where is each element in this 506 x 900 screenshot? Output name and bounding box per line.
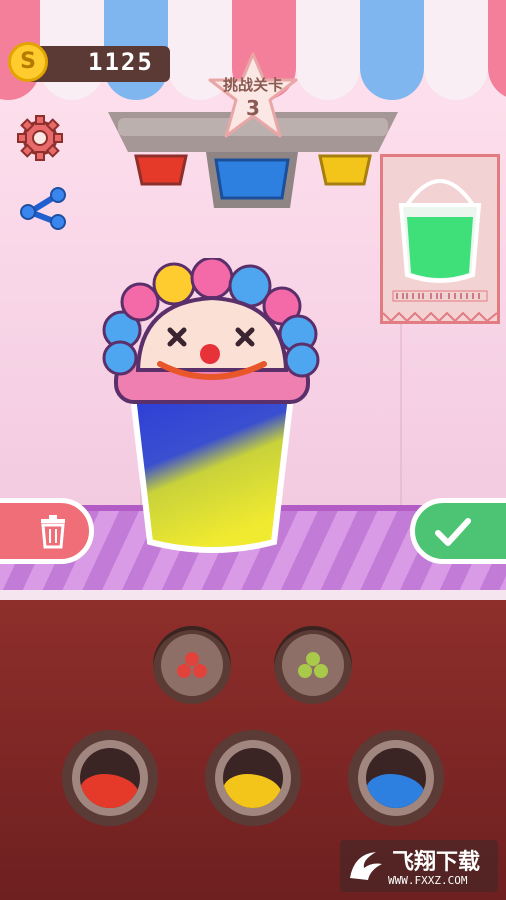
awning-stripe xyxy=(360,0,424,100)
awning-stripe xyxy=(488,0,506,100)
target-cup-icon xyxy=(382,179,498,323)
share-icon[interactable] xyxy=(18,186,68,230)
topping-well xyxy=(282,634,344,696)
check-icon xyxy=(435,518,471,546)
watermark-logo-icon xyxy=(350,852,382,880)
level-number: 3 xyxy=(246,96,260,120)
watermark-title: 飞翔下载 xyxy=(392,850,481,875)
topping-green-button[interactable] xyxy=(274,626,352,704)
gear-icon[interactable] xyxy=(16,110,64,166)
yellow-syrup-well xyxy=(223,748,283,808)
clown-drink-cup xyxy=(102,258,320,553)
blue-syrup-button[interactable] xyxy=(348,730,444,826)
green-balls-icon xyxy=(298,652,328,678)
red-balls-icon xyxy=(177,652,207,678)
coin-count: 1125 xyxy=(88,48,154,76)
red-syrup-button[interactable] xyxy=(62,730,158,826)
coin-icon: S xyxy=(8,42,48,82)
topping-red-button[interactable] xyxy=(153,626,231,704)
yellow-syrup-button[interactable] xyxy=(205,730,301,826)
level-label: 挑战关卡 xyxy=(222,76,283,94)
trash-button[interactable] xyxy=(0,498,94,564)
wall-stripe xyxy=(400,300,402,530)
blue-syrup-well xyxy=(366,748,426,808)
target-order-card xyxy=(380,154,500,324)
watermark-url: WWW.FXXZ.COM xyxy=(388,874,468,887)
topping-well xyxy=(161,634,223,696)
awning-stripe xyxy=(424,0,488,100)
awning-stripe xyxy=(296,0,360,100)
trash-icon xyxy=(41,515,65,549)
confirm-button[interactable] xyxy=(410,498,506,564)
red-syrup-well xyxy=(80,748,140,808)
